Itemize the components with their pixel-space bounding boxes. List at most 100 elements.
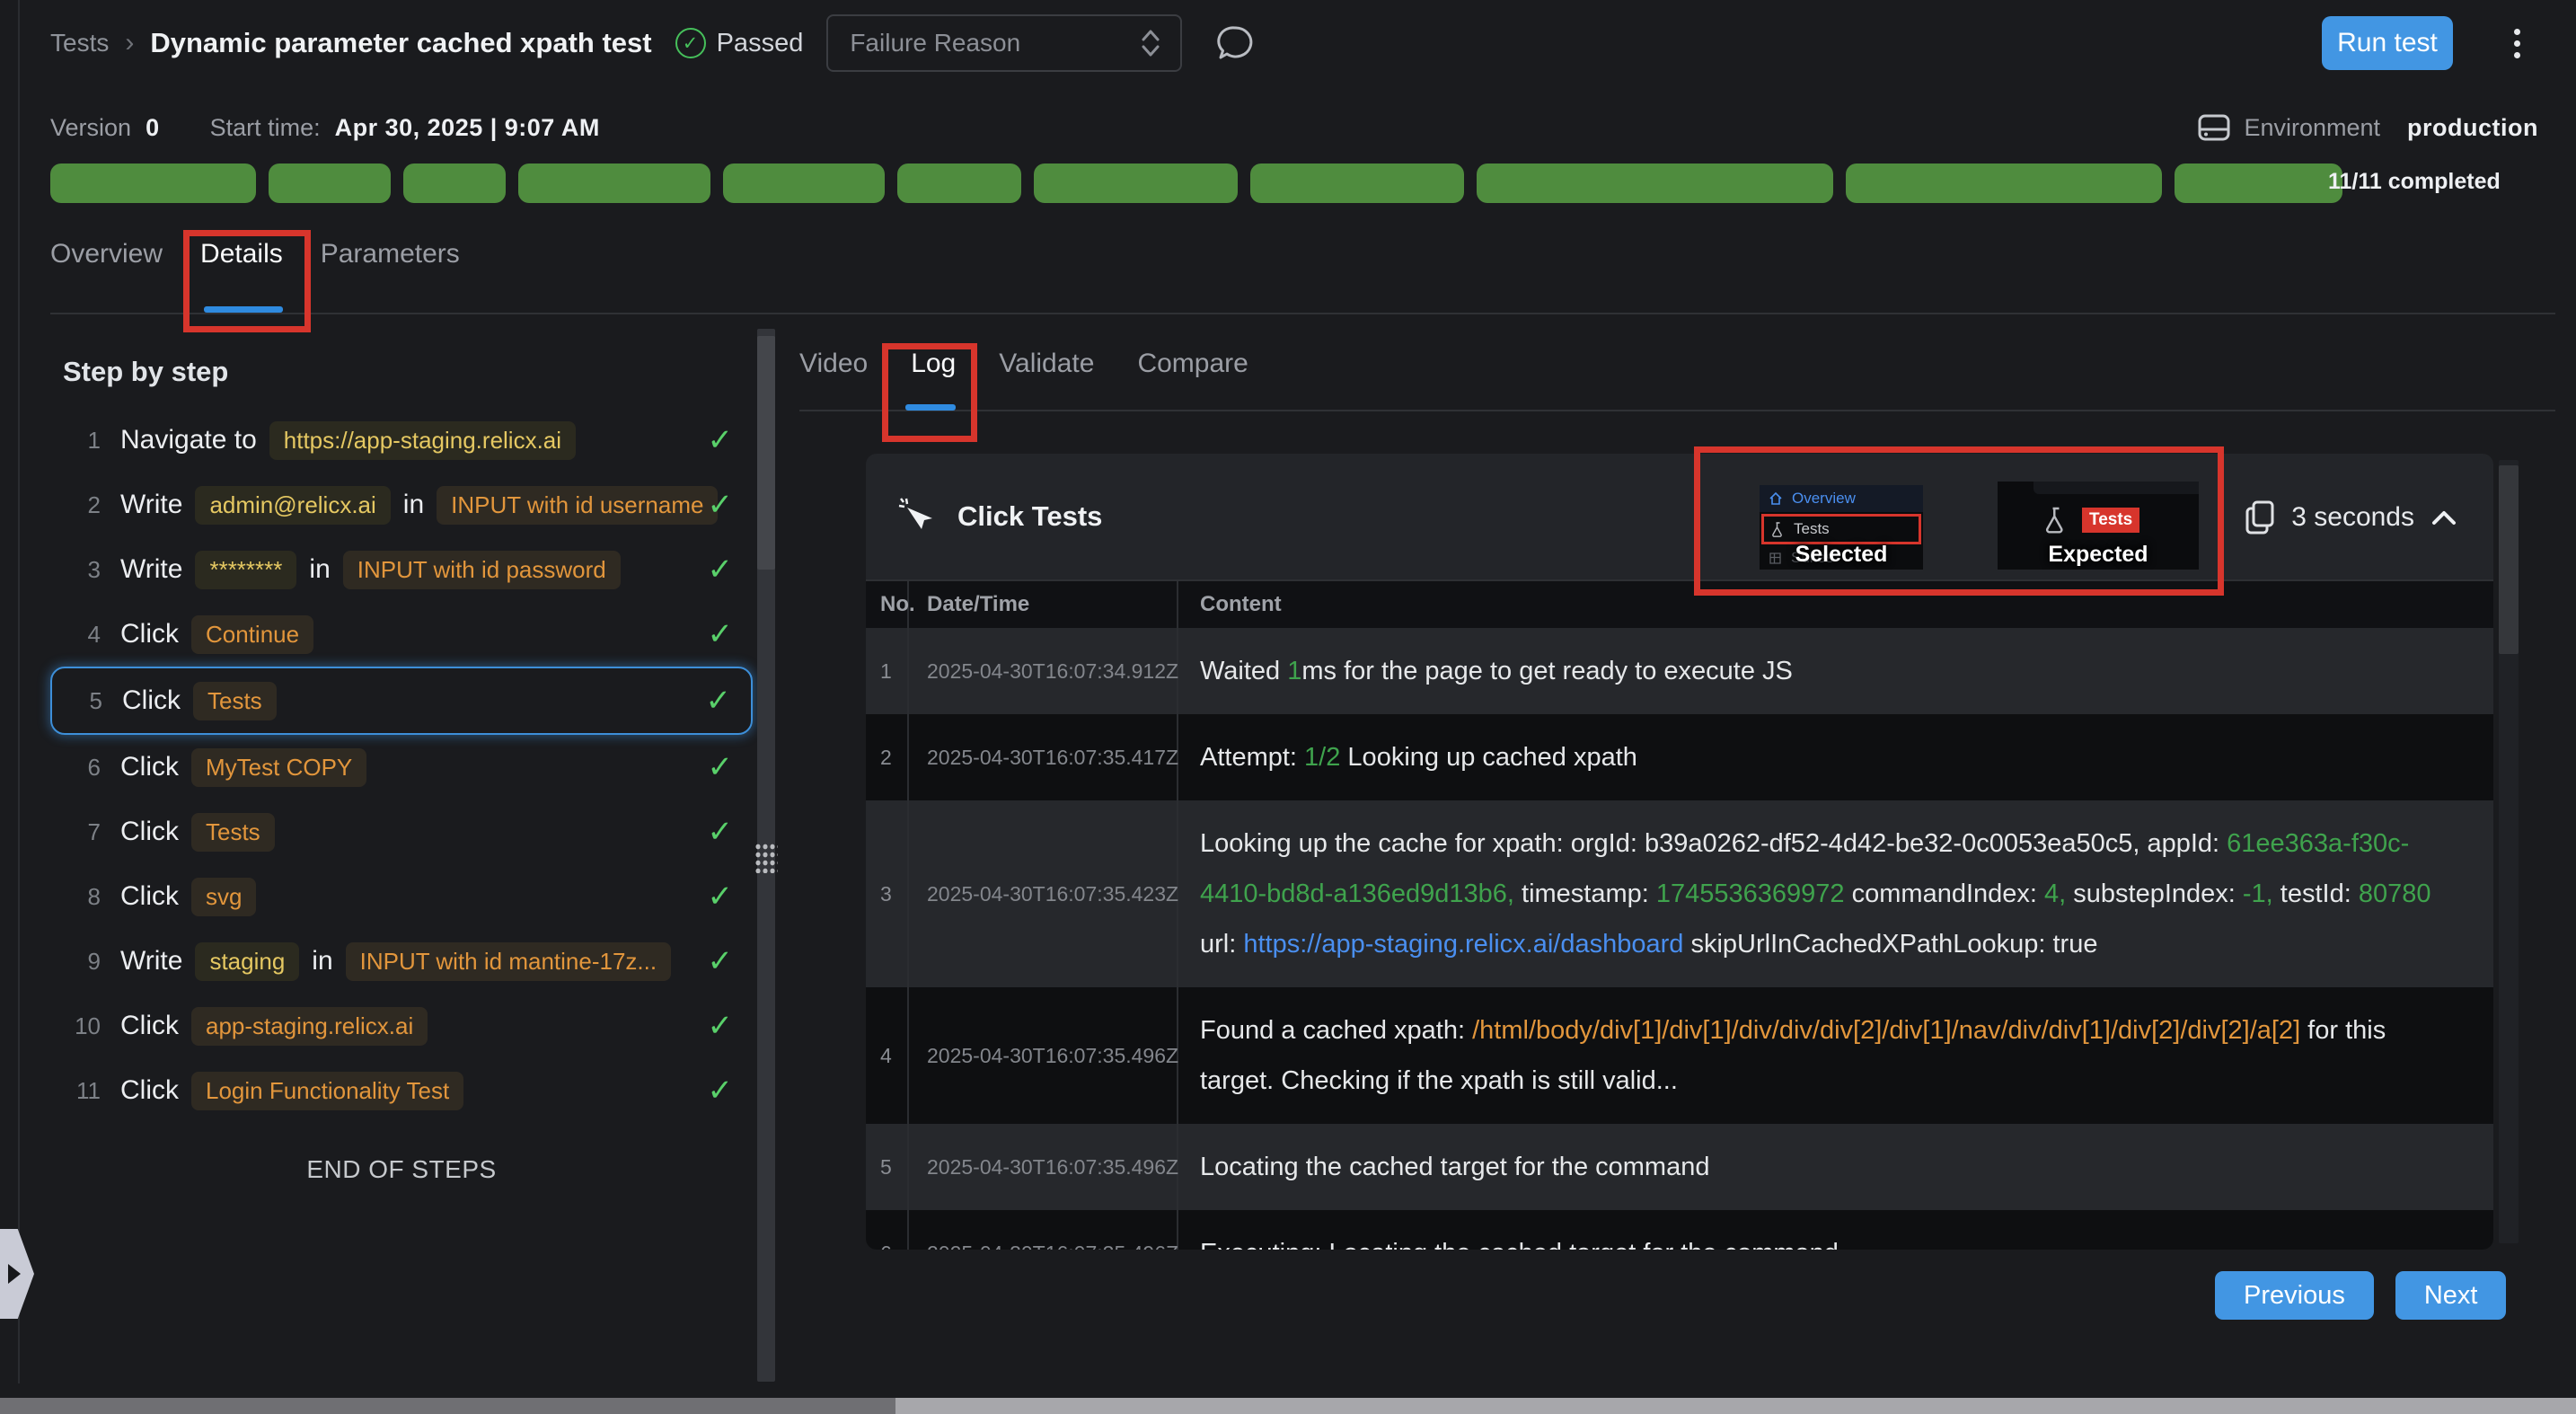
previous-button[interactable]: Previous [2215, 1271, 2374, 1320]
step-number: 2 [63, 491, 101, 519]
step-row-9[interactable]: 9WritestaginginINPUT with id mantine-17z… [50, 929, 753, 994]
step-row-6[interactable]: 6ClickMyTest COPY✓ [50, 735, 753, 800]
step-check-icon: ✓ [695, 1073, 734, 1109]
progress-segment [723, 163, 885, 203]
detail-tab-compare[interactable]: Compare [1137, 349, 1248, 404]
annotation-box-details [183, 230, 311, 332]
cursor-click-icon [898, 497, 936, 536]
horizontal-scrollbar[interactable] [0, 1398, 2576, 1414]
panel-resizer-scrollbar[interactable] [757, 329, 775, 1382]
header-bar: Tests › Dynamic parameter cached xpath t… [50, 0, 2526, 86]
log-row-1: 12025-04-30T16:07:34.912ZWaited 1ms for … [866, 628, 2493, 714]
step-action-text: Navigate to [120, 425, 257, 455]
version-value: 0 [146, 114, 160, 142]
step-row-11[interactable]: 11ClickLogin Functionality Test✓ [50, 1058, 753, 1123]
breadcrumb-tests[interactable]: Tests [50, 29, 109, 57]
step-target-chip: INPUT with id password [343, 551, 621, 589]
log-scrollbar-thumb[interactable] [2499, 465, 2519, 654]
progress-segment [1846, 163, 2162, 203]
annotation-box-screenshots: Overview Tests Suites Selected Tests Exp… [1694, 446, 2224, 596]
log-scrollbar[interactable] [2499, 460, 2519, 1243]
log-link[interactable]: https://app-staging.relicx.ai/dashboard [1243, 930, 1683, 959]
step-action-text: in [309, 554, 330, 585]
page-title: Dynamic parameter cached xpath test [150, 27, 651, 59]
step-row-5[interactable]: 5ClickTests✓ [50, 667, 753, 735]
step-target-chip: app-staging.relicx.ai [191, 1007, 428, 1046]
chevron-up-icon[interactable] [2430, 508, 2457, 526]
step-row-2[interactable]: 2Writeadmin@relicx.aiinINPUT with id use… [50, 473, 753, 537]
detail-tabs-divider [799, 410, 2555, 411]
column-header-datetime: Date/Time [909, 581, 1178, 628]
annotation-box-log [882, 343, 977, 442]
test-run-page: Tests › Dynamic parameter cached xpath t… [0, 0, 2576, 1414]
step-number: 8 [63, 883, 101, 911]
status-badge: ✓ Passed [675, 28, 804, 58]
main-tabs-divider [50, 313, 2555, 314]
log-row-number: 4 [866, 987, 909, 1124]
step-check-icon: ✓ [695, 616, 734, 652]
log-text-segment: Attempt: [1200, 743, 1304, 772]
log-row-3: 32025-04-30T16:07:35.423ZLooking up the … [866, 800, 2493, 987]
step-row-10[interactable]: 10Clickapp-staging.relicx.ai✓ [50, 994, 753, 1058]
start-time-value: Apr 30, 2025 | 9:07 AM [335, 114, 600, 142]
failure-reason-select[interactable]: Failure Reason [826, 14, 1182, 72]
step-number: 9 [63, 948, 101, 976]
column-header-content: Content [1178, 592, 2493, 617]
detail-tab-bar: VideoLogValidateCompare [799, 349, 1248, 404]
log-text-segment: Found a cached xpath: [1200, 1016, 1472, 1045]
log-text-segment: Executing: Locating the cached target fo… [1200, 1239, 1839, 1250]
progress-completed-label: 11/11 completed [2328, 169, 2553, 195]
log-row-content: Executing: Locating the cached target fo… [1178, 1210, 2493, 1250]
log-table: No.Date/TimeContent12025-04-30T16:07:34.… [866, 581, 2493, 1250]
copy-icon[interactable] [2245, 500, 2275, 535]
step-target-chip: Tests [191, 813, 275, 852]
step-progress-bar [50, 163, 2342, 203]
step-number: 6 [63, 754, 101, 782]
step-target-chip: https://app-staging.relicx.ai [269, 421, 576, 460]
sidebar-expand-handle[interactable] [0, 1229, 34, 1319]
expected-screenshot-thumbnail[interactable]: Tests Expected [1998, 482, 2199, 570]
step-row-7[interactable]: 7ClickTests✓ [50, 800, 753, 864]
failure-reason-placeholder: Failure Reason [850, 29, 1020, 57]
step-number: 10 [63, 1012, 101, 1040]
detail-tab-validate[interactable]: Validate [999, 349, 1094, 404]
step-row-8[interactable]: 8Clicksvg✓ [50, 864, 753, 929]
step-action-text: in [403, 490, 424, 520]
log-row-timestamp: 2025-04-30T16:07:35.496Z [909, 1124, 1178, 1210]
next-button[interactable]: Next [2395, 1271, 2507, 1320]
horizontal-scrollbar-thumb[interactable] [0, 1398, 895, 1414]
drag-handle-icon[interactable] [754, 843, 778, 873]
step-action-text: Click [122, 685, 181, 716]
step-number: 4 [63, 621, 101, 649]
step-number: 11 [63, 1077, 101, 1105]
log-row-timestamp: 2025-04-30T16:07:35.417Z [909, 714, 1178, 800]
expected-label: Expected [1998, 542, 2199, 568]
step-action-text: Click [120, 881, 179, 912]
comment-bubble-icon[interactable] [1214, 22, 1256, 64]
step-target-chip: INPUT with id username [437, 486, 718, 525]
step-check-icon: ✓ [693, 683, 732, 719]
detail-tab-video[interactable]: Video [799, 349, 868, 404]
version-label: Version [50, 114, 131, 142]
tab-overview[interactable]: Overview [50, 239, 163, 296]
log-text-segment: 1745536369972 [1656, 879, 1845, 908]
step-row-4[interactable]: 4ClickContinue✓ [50, 602, 753, 667]
command-header: Click Tests 3 seconds [866, 454, 2493, 581]
step-row-1[interactable]: 1Navigate tohttps://app-staging.relicx.a… [50, 408, 753, 473]
kebab-menu-icon[interactable] [2509, 23, 2526, 64]
step-action-text: Click [120, 752, 179, 782]
step-action-text: Click [120, 1011, 179, 1041]
tab-parameters[interactable]: Parameters [321, 239, 460, 296]
scrollbar-thumb[interactable] [757, 336, 775, 570]
selected-screenshot-thumbnail[interactable]: Overview Tests Suites Selected [1760, 485, 1923, 570]
progress-segment [518, 163, 710, 203]
hard-drive-icon [2197, 111, 2231, 144]
run-test-button[interactable]: Run test [2322, 16, 2453, 70]
step-action-text: Write [120, 554, 182, 585]
step-action-text: Click [120, 817, 179, 847]
step-by-step-panel: Step by step 1Navigate tohttps://app-sta… [50, 338, 753, 1184]
log-text-segment: commandIndex: [1845, 879, 2044, 908]
log-row-content: Found a cached xpath: /html/body/div[1]/… [1178, 987, 2493, 1124]
log-text-segment: skipUrlInCachedXPathLookup: true [1683, 930, 2097, 959]
step-row-3[interactable]: 3Write********inINPUT with id password✓ [50, 537, 753, 602]
